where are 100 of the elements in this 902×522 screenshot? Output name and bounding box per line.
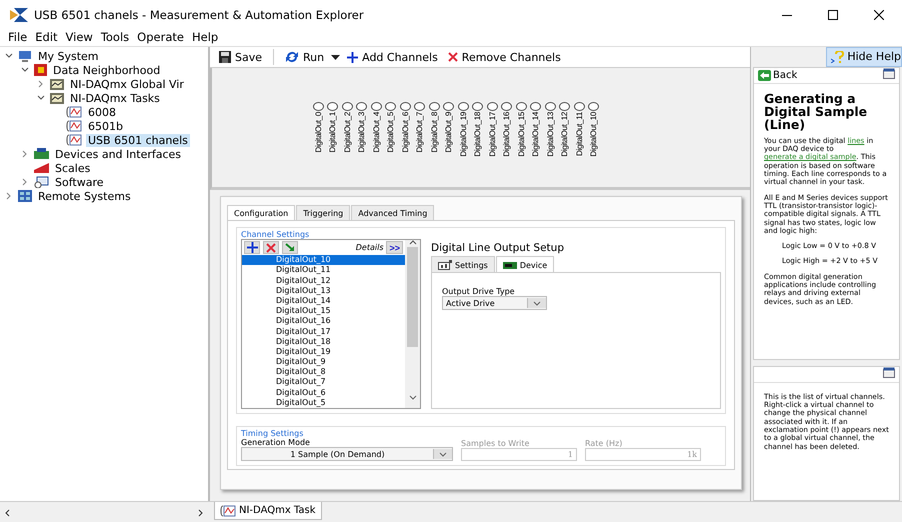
- tree-item[interactable]: Remote Systems: [36, 190, 133, 202]
- hide-help-button[interactable]: Hide Help: [826, 47, 902, 67]
- led-indicator: [472, 102, 484, 111]
- tree-item[interactable]: Devices and Interfaces: [53, 148, 184, 160]
- led-label: DigitalOut_1: [328, 112, 338, 152]
- tab[interactable]: Settings: [431, 256, 495, 272]
- dropdown[interactable]: 1 Sample (On Demand): [241, 447, 453, 461]
- remove-button[interactable]: [263, 241, 279, 254]
- tree-item[interactable]: 6501b: [86, 120, 125, 132]
- back-button[interactable]: Back: [758, 70, 798, 81]
- toolbar-button[interactable]: Run: [282, 50, 328, 64]
- tab[interactable]: Triggering: [296, 205, 350, 220]
- led-label: DigitalOut_8: [430, 112, 439, 152]
- app-logo-icon: [10, 8, 28, 22]
- channel-item[interactable]: DigitalOut_16: [242, 316, 405, 326]
- chevron-down-icon: [439, 452, 447, 456]
- window-icon: [883, 68, 895, 80]
- wedge-icon: [34, 163, 49, 173]
- channel-item[interactable]: DigitalOut_18: [242, 336, 405, 347]
- details-button[interactable]: >>: [386, 241, 403, 254]
- help-title: Generating a Digital Sample (Line): [764, 92, 868, 131]
- led-indicator: [559, 102, 570, 111]
- chevron-down-icon[interactable]: [21, 67, 29, 73]
- board-icon: [502, 262, 517, 268]
- tree-item[interactable]: NI-DAQmx Tasks: [68, 92, 162, 104]
- chevron-left-icon[interactable]: [4, 508, 10, 516]
- menu-item[interactable]: Help: [188, 30, 222, 46]
- led-label: DigitalOut_5: [386, 112, 396, 152]
- channel-item[interactable]: DigitalOut_15: [242, 306, 405, 316]
- arrow-icon: [284, 243, 296, 252]
- led-indicator: [544, 102, 556, 111]
- chevron-down-icon: [533, 300, 541, 306]
- help-icon: [831, 50, 846, 63]
- led-label: DigitalOut_11: [574, 112, 584, 156]
- led-indicator: [530, 102, 542, 111]
- menu-item[interactable]: Edit: [31, 30, 62, 46]
- tab[interactable]: Advanced Timing: [351, 205, 434, 220]
- led-indicator: [428, 102, 440, 111]
- tree-item[interactable]: My System: [36, 50, 101, 62]
- channel-item[interactable]: DigitalOut_17: [242, 326, 405, 337]
- led-label: DigitalOut_7: [415, 112, 424, 152]
- settings-icon: [438, 260, 452, 270]
- led-label: DigitalOut_9: [444, 112, 454, 152]
- channel-item[interactable]: DigitalOut_5: [242, 398, 405, 408]
- led-label: DigitalOut_6: [400, 112, 410, 152]
- channel-item[interactable]: DigitalOut_7: [242, 377, 405, 388]
- led-indicator: [486, 102, 498, 111]
- close-icon: [448, 52, 458, 62]
- dropdown[interactable]: Active Drive: [442, 296, 547, 310]
- channel-item[interactable]: DigitalOut_9: [242, 357, 405, 368]
- tree-item[interactable]: Scales: [53, 162, 92, 174]
- menu-item[interactable]: Operate: [133, 30, 188, 46]
- led-label: DigitalOut_2: [342, 112, 352, 152]
- tree-item[interactable]: NI-DAQmx Global Vir: [68, 78, 186, 90]
- channel-item[interactable]: DigitalOut_11: [242, 265, 405, 276]
- close-icon: [266, 242, 276, 253]
- arrow-button[interactable]: [282, 241, 298, 254]
- tree-item[interactable]: Data Neighborhood: [51, 64, 162, 76]
- chevron-right-icon[interactable]: [198, 508, 204, 516]
- channel-item[interactable]: DigitalOut_14: [242, 296, 405, 306]
- chart-icon: [50, 78, 64, 90]
- chevron-down-icon[interactable]: [37, 95, 45, 101]
- floppy-icon: [219, 51, 231, 63]
- window-icon: [883, 367, 895, 378]
- caret-icon[interactable]: [331, 54, 340, 60]
- scrollbar[interactable]: [405, 240, 420, 408]
- details-label: Details: [356, 243, 384, 252]
- monitor-icon: [18, 50, 32, 62]
- toolbar-button[interactable]: Add Channels: [344, 50, 441, 64]
- menu-item[interactable]: File: [4, 30, 32, 46]
- chevron-up-icon[interactable]: [408, 240, 416, 245]
- tree-item[interactable]: 6008: [86, 106, 118, 118]
- channel-item[interactable]: DigitalOut_12: [242, 276, 405, 286]
- tree-item[interactable]: Software: [53, 176, 106, 188]
- field-label: Samples to Write: [461, 439, 530, 448]
- chevron-down-icon[interactable]: [5, 53, 13, 59]
- toolbar-button[interactable]: Remove Channels: [444, 50, 564, 64]
- led-label: DigitalOut_12: [560, 112, 570, 157]
- channel-item[interactable]: DigitalOut_13: [242, 286, 405, 296]
- menu-item[interactable]: Tools: [96, 30, 134, 46]
- toolbar-button[interactable]: Save: [216, 50, 266, 64]
- refresh-icon: [285, 51, 300, 63]
- back-arrow-icon: [758, 70, 771, 81]
- card-icon: [34, 148, 49, 160]
- led-label: DigitalOut_4: [372, 112, 381, 152]
- field-label: Rate (Hz): [585, 439, 624, 448]
- channel-item[interactable]: DigitalOut_8: [242, 367, 405, 378]
- channel-item[interactable]: DigitalOut_10: [242, 255, 405, 266]
- tab[interactable]: Configuration: [227, 205, 296, 220]
- channel-item[interactable]: DigitalOut_19: [242, 346, 405, 358]
- led-label: DigitalOut_15: [516, 112, 526, 157]
- tab[interactable]: Device: [496, 256, 554, 272]
- channel-item[interactable]: DigitalOut_6: [242, 388, 405, 398]
- tree-item[interactable]: USB 6501 chanels: [86, 134, 190, 146]
- led-label: DigitalOut_3: [357, 112, 366, 152]
- add-button[interactable]: [244, 241, 260, 254]
- plus-icon: [347, 52, 358, 62]
- tab[interactable]: NI-DAQmx Task: [214, 502, 322, 520]
- led-indicator: [312, 102, 324, 111]
- menu-item[interactable]: View: [62, 30, 97, 46]
